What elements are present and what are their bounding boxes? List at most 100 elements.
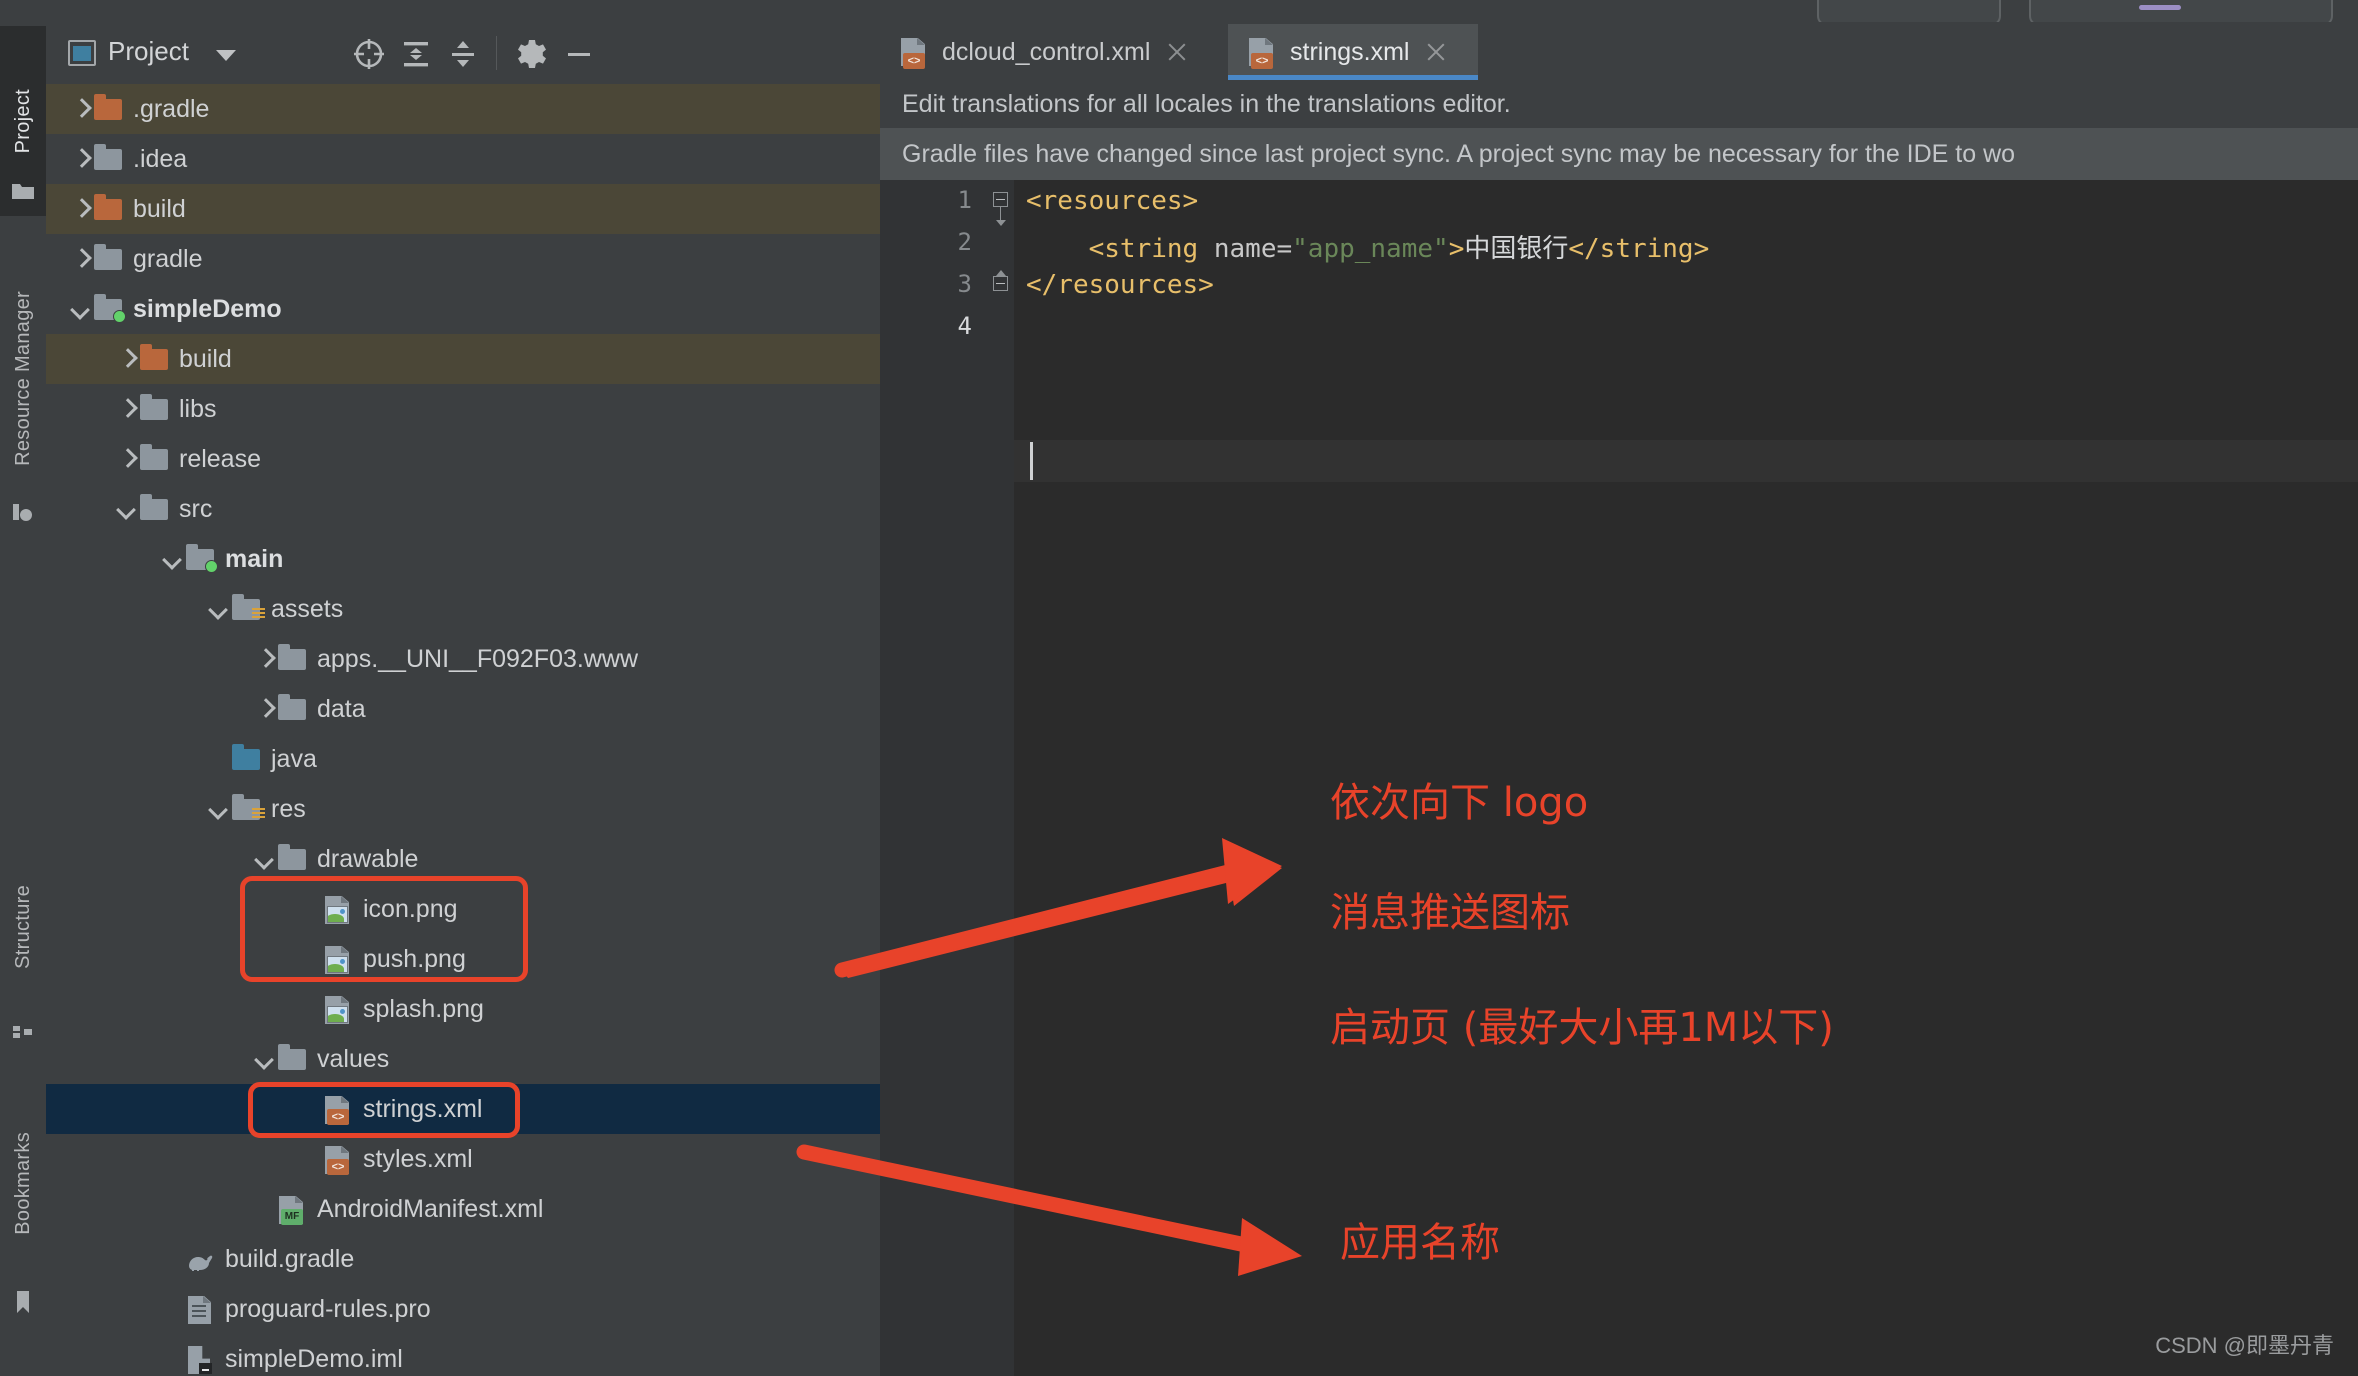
- translations-banner[interactable]: Edit translations for all locales in the…: [880, 80, 2358, 128]
- tree-row[interactable]: values: [46, 1034, 880, 1084]
- tree-row[interactable]: push.png: [46, 934, 880, 984]
- folder-icon: [94, 244, 124, 273]
- chevron-right-icon[interactable]: [114, 346, 140, 372]
- tree-row-label: assets: [271, 594, 344, 623]
- chevron-down-icon[interactable]: [216, 50, 236, 61]
- tree-row[interactable]: data: [46, 684, 880, 734]
- tree-toggle-none: [252, 1196, 278, 1222]
- chevron-down-icon[interactable]: [252, 846, 278, 872]
- chevron-down-icon[interactable]: [160, 546, 186, 572]
- line-number: 2: [957, 228, 972, 256]
- chevron-down-icon[interactable]: [252, 1046, 278, 1072]
- project-tree[interactable]: .gradle .idea build gradle simpleDemo build li…: [46, 84, 880, 1376]
- hide-panel-icon[interactable]: [561, 36, 597, 72]
- chevron-right-icon[interactable]: [252, 696, 278, 722]
- chevron-right-icon[interactable]: [68, 196, 94, 222]
- expand-all-icon[interactable]: [398, 36, 434, 72]
- image-file-icon: [324, 945, 354, 974]
- annotation-splash-page: 启动页 (最好大小再1M以下): [1330, 1005, 1834, 1051]
- gradle-sync-banner[interactable]: Gradle files have changed since last pro…: [880, 128, 2358, 180]
- project-tool-window: Project .gradle .idea build gradle simpleDem…: [46, 22, 918, 1376]
- fold-gutter[interactable]: [986, 180, 1014, 1376]
- chevron-right-icon[interactable]: [68, 246, 94, 272]
- gradle-file-icon: [186, 1245, 216, 1273]
- chevron-right-icon[interactable]: [114, 396, 140, 422]
- tree-row[interactable]: icon.png: [46, 884, 880, 934]
- tree-row[interactable]: splash.png: [46, 984, 880, 1034]
- folder-orange-icon: [94, 94, 124, 123]
- fold-stem: [1000, 207, 1001, 221]
- tree-row-label: drawable: [317, 844, 419, 873]
- code-token-resources-open: <resources>: [1026, 186, 1199, 216]
- fold-region-end-icon[interactable]: [993, 276, 1008, 291]
- chevron-right-icon[interactable]: [252, 646, 278, 672]
- tree-row-label: build.gradle: [225, 1244, 355, 1273]
- tree-row[interactable]: build: [46, 184, 880, 234]
- chevron-right-icon[interactable]: [68, 96, 94, 122]
- folder-icon: [278, 1044, 308, 1073]
- tree-row[interactable]: release: [46, 434, 880, 484]
- code-token-attr-value: "app_name": [1292, 234, 1449, 264]
- tree-row[interactable]: drawable: [46, 834, 880, 884]
- close-icon[interactable]: [1425, 41, 1447, 63]
- sidebar-item-structure-label: Structure: [11, 885, 34, 969]
- tree-row[interactable]: build: [46, 334, 880, 384]
- tree-row[interactable]: res: [46, 784, 880, 834]
- tool-window-rail: Project Resource Manager Structure Bookm…: [0, 22, 47, 1376]
- tree-row[interactable]: simpleDemo: [46, 284, 880, 334]
- code-token-gt: >: [1448, 234, 1465, 264]
- tree-row[interactable]: MF AndroidManifest.xml: [46, 1184, 880, 1234]
- tree-row-label: strings.xml: [363, 1094, 483, 1123]
- code-editor[interactable]: 1 2 3 4 <resources> <string name="app_na…: [880, 180, 2358, 1376]
- fold-region-start-icon[interactable]: [993, 192, 1008, 207]
- folder-source-icon: [186, 544, 218, 573]
- settings-gear-icon[interactable]: [514, 36, 550, 72]
- tab-strings-xml[interactable]: <> strings.xml: [1228, 24, 1478, 80]
- tree-row[interactable]: gradle: [46, 234, 880, 284]
- close-icon[interactable]: [1166, 41, 1188, 63]
- chevron-down-icon[interactable]: [114, 496, 140, 522]
- tree-row-label: res: [271, 794, 306, 823]
- folder-orange-icon: [94, 194, 124, 223]
- tree-row[interactable]: proguard-rules.pro: [46, 1284, 880, 1334]
- tree-toggle-none: [160, 1246, 186, 1272]
- tree-row[interactable]: libs: [46, 384, 880, 434]
- tree-toggle-none: [298, 1096, 324, 1122]
- code-token-text: 中国银行: [1464, 234, 1569, 264]
- page-title: Project: [108, 36, 189, 66]
- tree-row[interactable]: src: [46, 484, 880, 534]
- select-opened-file-icon[interactable]: [351, 36, 387, 72]
- tree-toggle-none: [298, 946, 324, 972]
- sidebar-item-structure[interactable]: Structure: [0, 822, 46, 1032]
- tree-row-label: release: [179, 444, 261, 473]
- sidebar-item-bookmarks[interactable]: Bookmarks: [0, 1068, 46, 1298]
- tree-row[interactable]: java: [46, 734, 880, 784]
- collapse-all-icon[interactable]: [445, 36, 481, 72]
- current-line-highlight: [1014, 440, 2358, 482]
- sidebar-item-bookmarks-label: Bookmarks: [11, 1131, 34, 1235]
- folder-icon: [94, 144, 124, 173]
- tree-row[interactable]: build.gradle: [46, 1234, 880, 1284]
- chevron-down-icon[interactable]: [206, 796, 232, 822]
- chevron-right-icon[interactable]: [68, 146, 94, 172]
- folder-icon: [140, 394, 170, 423]
- sidebar-item-resource-manager[interactable]: Resource Manager: [0, 218, 46, 538]
- tree-row-label: libs: [179, 394, 217, 423]
- tree-row[interactable]: simpleDemo.iml: [46, 1334, 880, 1376]
- tab-dcloud-control-xml[interactable]: <> dcloud_control.xml: [880, 24, 1228, 80]
- tree-row[interactable]: assets: [46, 584, 880, 634]
- fold-stem-tip: [996, 220, 1006, 226]
- tree-row[interactable]: .idea: [46, 134, 880, 184]
- tree-toggle-none: [206, 746, 232, 772]
- chevron-right-icon[interactable]: [114, 446, 140, 472]
- chevron-down-icon[interactable]: [206, 596, 232, 622]
- tree-row[interactable]: <> strings.xml: [46, 1084, 880, 1134]
- folder-icon: [278, 694, 308, 723]
- tree-row[interactable]: main: [46, 534, 880, 584]
- tree-row[interactable]: apps.__UNI__F092F03.www: [46, 634, 880, 684]
- folder-blue-icon: [232, 744, 262, 773]
- tree-row[interactable]: .gradle: [46, 84, 880, 134]
- chevron-down-icon[interactable]: [68, 296, 94, 322]
- tree-row[interactable]: <> styles.xml: [46, 1134, 880, 1184]
- line-number: 3: [957, 270, 972, 298]
